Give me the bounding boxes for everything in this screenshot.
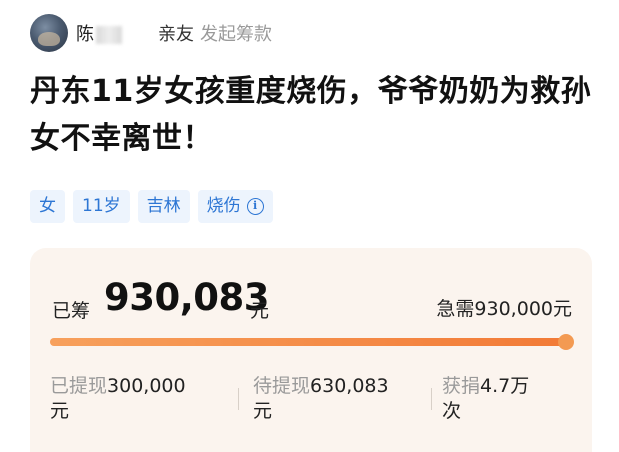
funding-stats: 已提现300,000 元 待提现630,083 元 获捐4.7万 次 xyxy=(50,374,572,424)
withdrawn-unit: 元 xyxy=(50,400,70,422)
relation-sub-label: 发起筹款 xyxy=(200,24,272,45)
pending-label: 待提现 xyxy=(253,375,311,397)
info-icon[interactable]: i xyxy=(246,198,264,215)
target-amount: 急需930,000元 xyxy=(436,298,572,320)
withdrawn-value: 300,000 xyxy=(107,375,186,397)
withdrawn-label: 已提现 xyxy=(50,375,108,397)
author-header: 陈 xyxy=(30,12,122,54)
tag-list: 女 11岁 吉林 烧伤 i xyxy=(30,190,273,223)
relation-label: 亲友 xyxy=(158,24,194,45)
stat-withdrawn: 已提现300,000 元 xyxy=(50,374,238,424)
progress-bar xyxy=(50,334,574,350)
donors-unit: 次 xyxy=(442,400,462,422)
pending-value: 630,083 xyxy=(310,375,389,397)
funding-card: 已筹 930,083 元 急需930,000元 已提现300,000 元 待提现… xyxy=(30,248,592,452)
progress-fill xyxy=(50,334,574,350)
avatar[interactable] xyxy=(30,14,68,52)
author-name-text: 陈 xyxy=(76,24,94,45)
stat-donations: 获捐4.7万 次 xyxy=(432,374,572,424)
progress-knob xyxy=(558,334,574,350)
relation-line: 亲友 发起筹款 xyxy=(158,20,272,46)
author-name[interactable]: 陈 xyxy=(76,20,122,46)
tag-gender-label: 女 xyxy=(39,196,56,216)
author-name-redaction xyxy=(96,26,122,44)
tag-condition[interactable]: 烧伤 i xyxy=(197,190,273,223)
donors-value: 4.7万 xyxy=(480,375,530,397)
tag-region-label: 吉林 xyxy=(146,196,181,216)
stat-pending: 待提现630,083 元 xyxy=(239,374,431,424)
donors-label: 获捐 xyxy=(442,375,481,397)
tag-condition-label: 烧伤 xyxy=(206,196,241,216)
campaign-title: 丹东11岁女孩重度烧伤，爷爷奶奶为救孙女不幸离世！ xyxy=(30,74,592,156)
tag-age-label: 11岁 xyxy=(82,196,121,216)
raised-amount: 930,083 xyxy=(104,276,270,319)
pending-unit: 元 xyxy=(253,400,273,422)
tag-gender: 女 xyxy=(30,190,65,223)
tag-region: 吉林 xyxy=(137,190,190,223)
raised-unit: 元 xyxy=(250,300,270,322)
tag-age: 11岁 xyxy=(73,190,130,223)
raised-label: 已筹 xyxy=(52,300,91,322)
